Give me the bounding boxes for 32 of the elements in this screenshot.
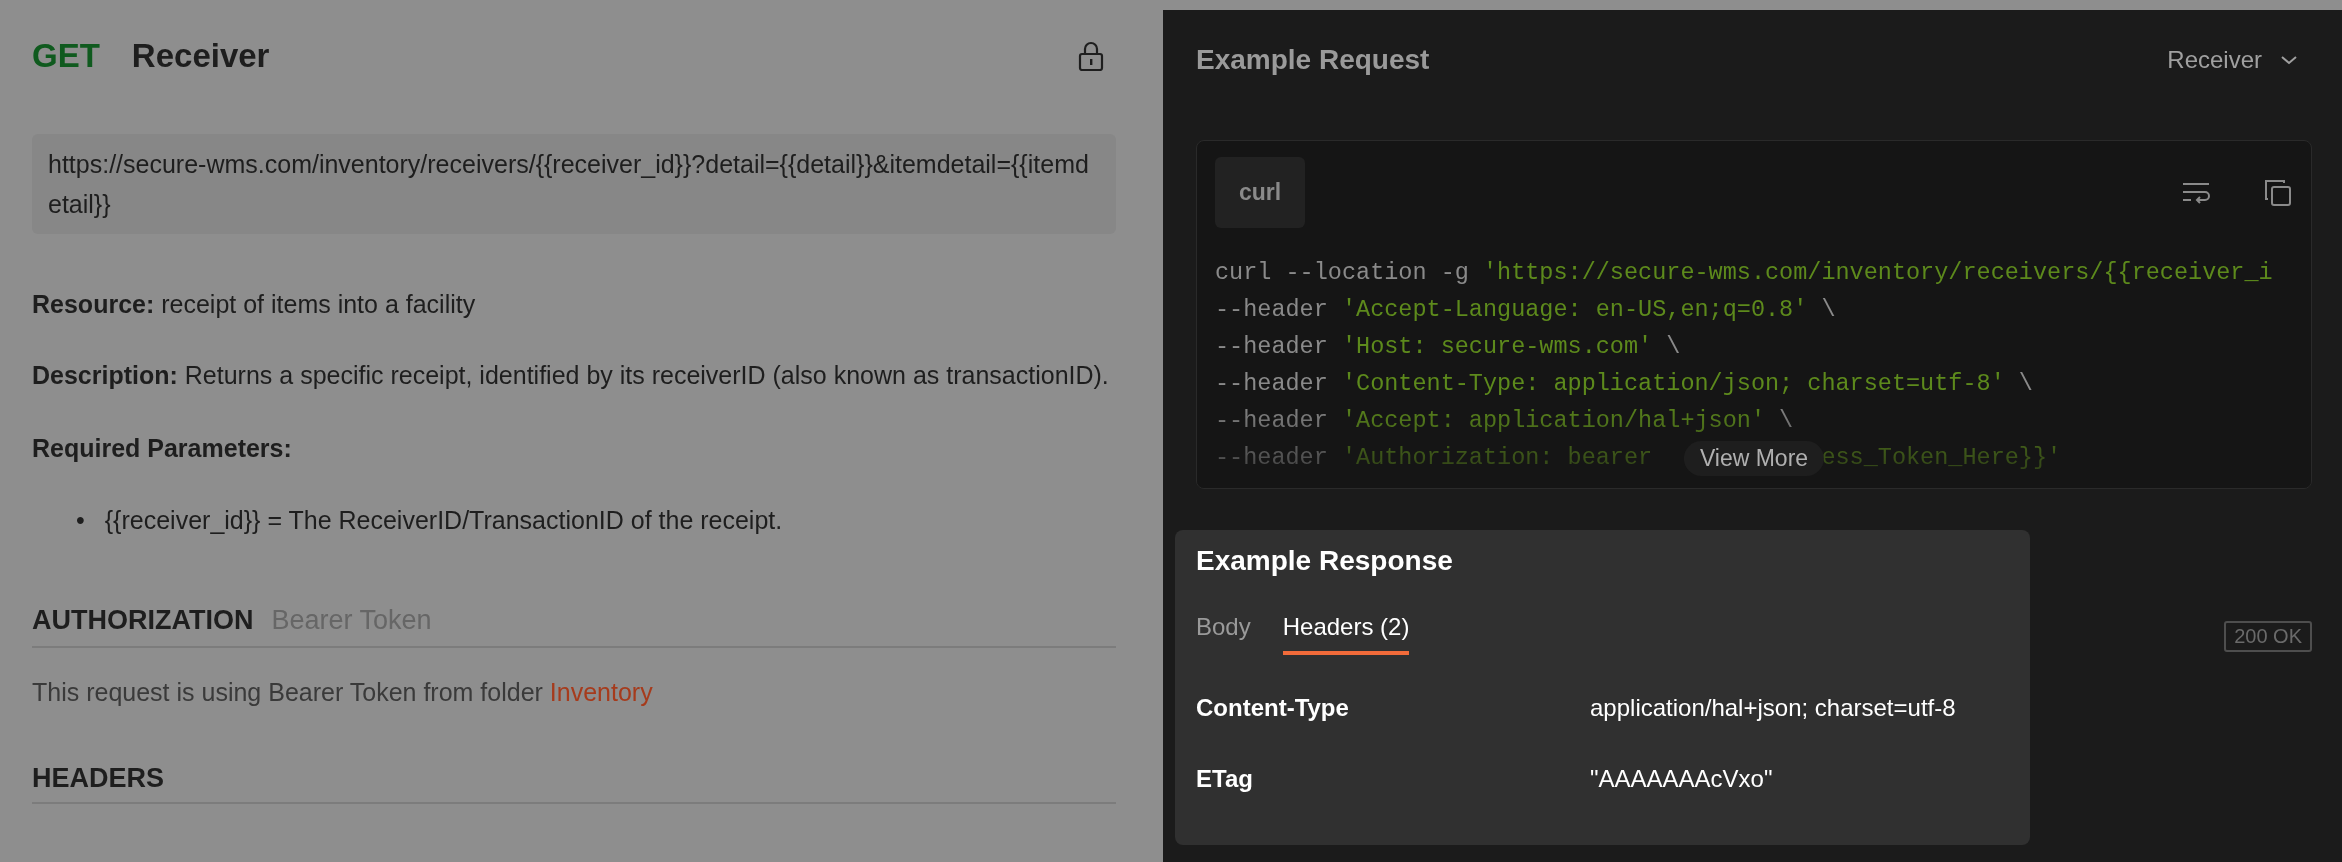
code-line: --header 'Content-Type: application/json; charset=utf-8' \ <box>1215 369 2033 399</box>
http-method: GET <box>32 37 100 75</box>
chevron-down-icon <box>2280 54 2298 66</box>
auth-note: This request is using Bearer Token from folder Inventory <box>32 677 654 708</box>
code-line: --header 'Host: secure-wms.com' \ <box>1215 332 1681 362</box>
description-paragraph: Resource: receipt of items into a facility <box>32 289 477 320</box>
popover-title: Example Response <box>1196 544 1454 578</box>
request-url: https://secure-wms.com/inventory/receivers/{{receiver_id}}?detail={{detail}}&itemdetail={{itemdetail}} <box>32 134 1116 234</box>
header-value: application/hal+json; charset=utf-8 <box>1590 693 1957 723</box>
section-heading: AUTHORIZATION <box>32 604 254 637</box>
code-line: curl --location -g 'https://secure-wms.com/inventory/receivers/{{receiver_i <box>1215 258 2273 288</box>
header-name: ETag <box>1196 764 1254 794</box>
response-tab[interactable]: Body <box>1196 613 1251 655</box>
description-paragraph: Description: Returns a specific receipt, identified by its receiverID (also known as transactionID). <box>32 360 1110 391</box>
language-tab[interactable]: curl <box>1215 157 1305 228</box>
response-tab[interactable]: Headers (2) <box>1282 613 1410 655</box>
header-value: "AAAAAAAcVxo" <box>1590 764 1774 794</box>
code-line: --header 'Accept-Language: en-US,en;q=0.8' \ <box>1215 295 1836 325</box>
header-name: Content-Type <box>1196 693 1350 723</box>
code-line: --header 'Accept: application/hal+json' \ <box>1215 406 1794 436</box>
lock-icon[interactable] <box>1078 41 1104 71</box>
example-selector[interactable]: Receiver <box>2167 46 2312 74</box>
section-heading: HEADERS <box>32 762 165 795</box>
code-line: --header 'Authorization: bearer <box>1215 443 1653 473</box>
parameter-item: {{receiver_id}} = The ReceiverID/TransactionID of the receipt. <box>104 505 783 536</box>
copy-icon[interactable] <box>2263 177 2293 208</box>
parameters-heading: Required Parameters: <box>32 433 293 464</box>
status-badge: 200 OK <box>2224 621 2312 652</box>
request-name: Receiver <box>131 37 271 75</box>
bullet: • <box>76 505 85 536</box>
panel-title: Example Request <box>1196 44 1431 76</box>
view-more-button[interactable]: View More <box>1683 441 1825 476</box>
